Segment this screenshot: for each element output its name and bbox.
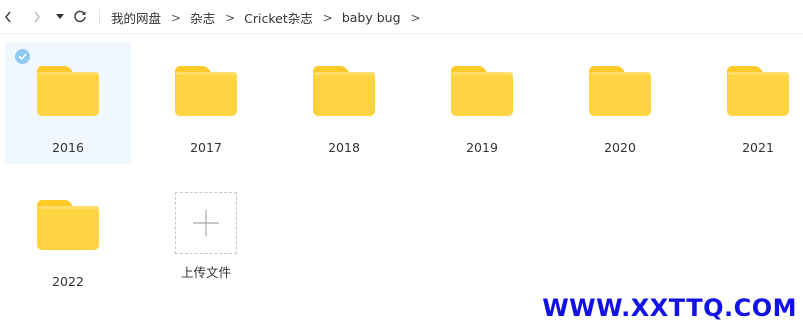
folder-icon xyxy=(451,66,513,116)
back-button[interactable] xyxy=(0,6,16,28)
folder-item[interactable]: 2019 xyxy=(419,42,545,164)
folder-icon xyxy=(37,66,99,116)
folder-icon xyxy=(313,66,375,116)
folder-icon xyxy=(589,66,651,116)
toolbar: 我的网盘 > 杂志 > Cricket杂志 > baby bug > xyxy=(0,0,803,34)
breadcrumb: 我的网盘 > 杂志 > Cricket杂志 > baby bug > xyxy=(111,8,430,27)
upload-dropzone[interactable] xyxy=(175,192,237,254)
folder-icon xyxy=(175,66,237,116)
breadcrumb-separator: > xyxy=(410,10,421,25)
refresh-icon xyxy=(74,10,86,23)
breadcrumb-separator: > xyxy=(225,10,236,25)
folder-item[interactable]: 2018 xyxy=(281,42,407,164)
refresh-button[interactable] xyxy=(72,6,88,28)
caret-down-icon xyxy=(56,14,64,19)
folder-item[interactable]: 2020 xyxy=(557,42,683,164)
toolbar-divider xyxy=(99,9,100,25)
folder-item[interactable]: 2016 xyxy=(5,42,131,164)
breadcrumb-item-current[interactable]: baby bug xyxy=(342,10,401,25)
check-icon[interactable] xyxy=(15,49,30,64)
folder-name: 2020 xyxy=(604,140,636,155)
forward-button[interactable] xyxy=(29,6,45,28)
upload-file-label: 上传文件 xyxy=(180,265,231,280)
folder-name: 2018 xyxy=(328,140,360,155)
plus-icon xyxy=(193,210,219,236)
folder-name: 2016 xyxy=(52,140,84,155)
folder-item[interactable]: 2021 xyxy=(695,42,803,164)
breadcrumb-separator: > xyxy=(322,10,333,25)
folder-item[interactable]: 2022 xyxy=(5,176,131,298)
folder-item[interactable]: 2017 xyxy=(143,42,269,164)
folder-name: 2017 xyxy=(190,140,222,155)
breadcrumb-item[interactable]: 杂志 xyxy=(190,8,215,27)
folder-icon xyxy=(37,200,99,250)
breadcrumb-separator: > xyxy=(171,10,182,25)
chevron-right-icon xyxy=(34,11,40,23)
chevron-left-icon xyxy=(5,11,11,23)
folder-icon xyxy=(727,66,789,116)
folder-name: 2022 xyxy=(52,274,84,289)
folder-name: 2021 xyxy=(742,140,774,155)
upload-file-item[interactable]: 上传文件 xyxy=(143,176,269,298)
folder-name: 2019 xyxy=(466,140,498,155)
history-dropdown-button[interactable] xyxy=(53,6,67,28)
breadcrumb-item[interactable]: 我的网盘 xyxy=(111,8,161,27)
breadcrumb-item[interactable]: Cricket杂志 xyxy=(244,8,313,27)
watermark: WWW.XXTTQ.COM xyxy=(542,294,797,322)
